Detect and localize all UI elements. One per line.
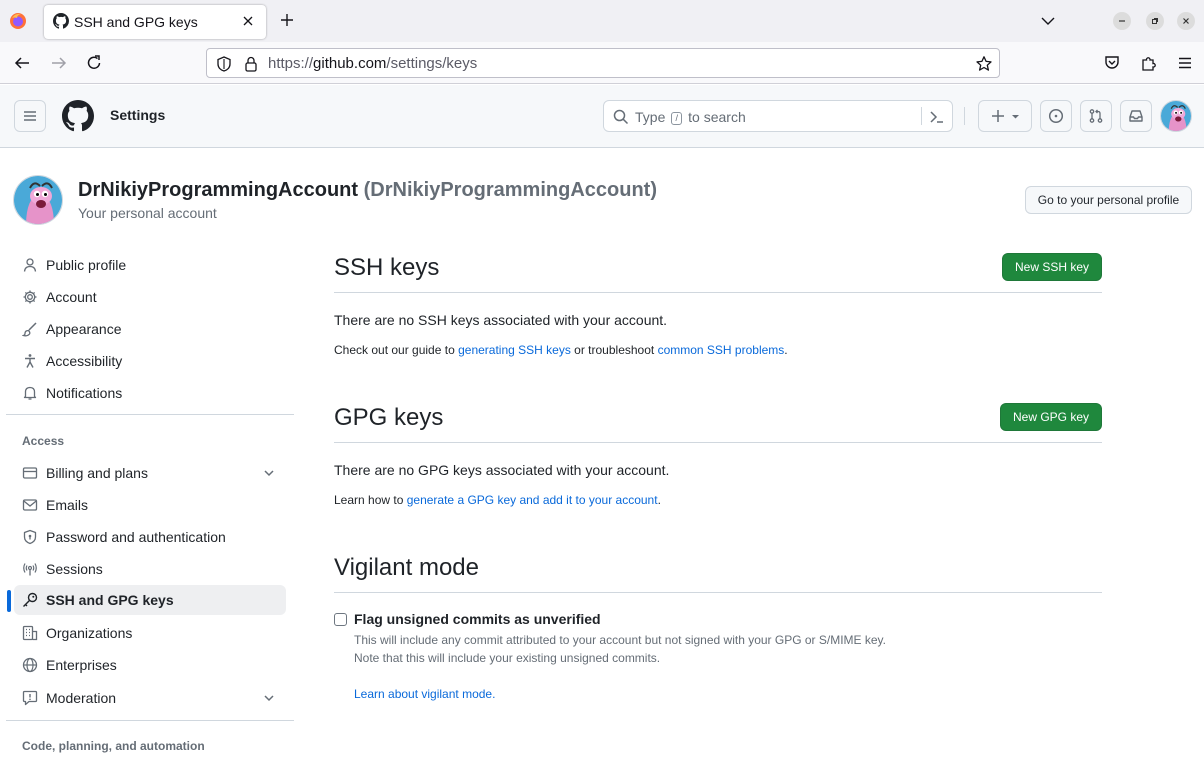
git-pull-request-icon: [1089, 109, 1103, 123]
github-favicon-icon: [53, 13, 69, 29]
browser-tab-active[interactable]: SSH and GPG keys: [44, 5, 266, 39]
sidebar-item-account[interactable]: Account: [14, 282, 286, 312]
learn-vigilant-mode-link[interactable]: Learn about vigilant mode.: [354, 687, 495, 701]
sidebar-item-sessions[interactable]: Sessions: [14, 554, 286, 584]
tab-close-icon[interactable]: [241, 14, 255, 28]
firefox-logo-icon[interactable]: [9, 12, 27, 30]
common-ssh-problems-link[interactable]: common SSH problems: [658, 343, 785, 357]
issues-button[interactable]: [1040, 100, 1072, 132]
window-close-icon[interactable]: [1177, 12, 1195, 30]
key-icon: [22, 592, 38, 608]
credit-card-icon: [22, 465, 38, 481]
url-text: https://github.com/settings/keys: [268, 55, 478, 72]
notifications-inbox-button[interactable]: [1120, 100, 1152, 132]
header-context-title[interactable]: Settings: [110, 107, 165, 123]
search-placeholder: Type / to search: [635, 109, 746, 125]
person-icon: [22, 257, 38, 273]
organization-icon: [22, 625, 38, 641]
app-menu-hamburger-icon[interactable]: [1176, 54, 1194, 72]
pocket-icon[interactable]: [1103, 54, 1121, 72]
chevron-down-icon[interactable]: [262, 466, 276, 480]
sidebar-item-enterprises[interactable]: Enterprises: [14, 650, 286, 680]
sidebar-item-accessibility[interactable]: Accessibility: [14, 346, 286, 376]
report-icon: [22, 690, 38, 706]
forward-arrow-icon[interactable]: [50, 54, 68, 72]
sidebar-item-organizations[interactable]: Organizations: [14, 618, 286, 648]
sidebar-item-ssh-gpg-keys[interactable]: SSH and GPG keys: [14, 585, 286, 615]
reload-icon[interactable]: [85, 54, 103, 72]
sidebar-heading-code-planning: Code, planning, and automation: [22, 739, 205, 753]
broadcast-icon: [22, 561, 38, 577]
ssh-guide-text: Check out our guide to generating SSH ke…: [334, 343, 788, 357]
browser-nav-bar: https://github.com/settings/keys: [0, 42, 1204, 84]
ssh-keys-heading: SSH keys: [334, 254, 440, 281]
generating-ssh-keys-link[interactable]: generating SSH keys: [458, 343, 571, 357]
paintbrush-icon: [22, 321, 38, 337]
plus-icon: [991, 110, 1004, 122]
create-new-button[interactable]: [978, 100, 1032, 132]
account-name: DrNikiyProgrammingAccount (DrNikiyProgra…: [78, 179, 657, 201]
flag-unsigned-commits-label[interactable]: Flag unsigned commits as unverified: [354, 611, 601, 627]
vigilant-mode-heading: Vigilant mode: [334, 554, 479, 581]
generate-gpg-key-link[interactable]: generate a GPG key and add it to your ac…: [407, 493, 658, 507]
sidebar-item-billing[interactable]: Billing and plans: [14, 458, 286, 488]
chevron-down-icon[interactable]: [262, 691, 276, 705]
global-nav-menu-button[interactable]: [14, 100, 46, 132]
sidebar-item-emails[interactable]: Emails: [14, 490, 286, 520]
flag-unsigned-commits-checkbox[interactable]: [334, 613, 347, 626]
command-palette-icon[interactable]: [929, 109, 945, 125]
gear-icon: [22, 289, 38, 305]
github-header: Settings Type / to search: [0, 85, 1204, 148]
avatar-image-icon: [14, 176, 62, 224]
ssh-empty-message: There are no SSH keys associated with yo…: [334, 312, 668, 328]
sidebar-item-moderation[interactable]: Moderation: [14, 683, 286, 713]
globe-icon: [22, 657, 38, 673]
accessibility-icon: [22, 353, 38, 369]
vigilant-note-line-2: Note that this will include your existin…: [354, 651, 661, 665]
back-arrow-icon[interactable]: [13, 54, 31, 72]
go-to-profile-button[interactable]: Go to your personal profile: [1025, 186, 1192, 214]
mail-icon: [22, 497, 38, 513]
github-mark-icon[interactable]: [62, 100, 94, 132]
list-all-tabs-chevron-icon[interactable]: [1040, 13, 1056, 29]
extensions-puzzle-icon[interactable]: [1140, 54, 1158, 72]
window-restore-icon[interactable]: [1146, 12, 1164, 30]
browser-tab-bar: SSH and GPG keys: [0, 0, 1204, 42]
window-minimize-icon[interactable]: [1113, 12, 1131, 30]
sidebar-item-appearance[interactable]: Appearance: [14, 314, 286, 344]
sidebar-item-notifications[interactable]: Notifications: [14, 378, 286, 408]
pull-requests-button[interactable]: [1080, 100, 1112, 132]
three-bars-icon: [24, 111, 36, 121]
new-gpg-key-button[interactable]: New GPG key: [1000, 403, 1102, 431]
sidebar-item-public-profile[interactable]: Public profile: [14, 250, 286, 280]
tracking-shield-icon[interactable]: [215, 55, 233, 73]
account-subtitle: Your personal account: [78, 205, 217, 221]
url-bar[interactable]: https://github.com/settings/keys: [206, 48, 1000, 78]
user-avatar-menu[interactable]: [1160, 100, 1192, 132]
gpg-empty-message: There are no GPG keys associated with yo…: [334, 462, 670, 478]
bookmark-star-icon[interactable]: [975, 55, 993, 73]
issue-opened-icon: [1048, 108, 1064, 124]
bell-icon: [22, 385, 38, 401]
sidebar-item-password-auth[interactable]: Password and authentication: [14, 522, 286, 552]
new-tab-plus-icon[interactable]: [279, 12, 295, 28]
browser-tab-title: SSH and GPG keys: [74, 14, 198, 30]
inbox-icon: [1129, 110, 1143, 122]
lock-icon[interactable]: [243, 55, 259, 73]
gpg-keys-heading: GPG keys: [334, 404, 444, 431]
vigilant-note-line-1: This will include any commit attributed …: [354, 633, 887, 647]
search-input[interactable]: Type / to search: [603, 100, 953, 132]
avatar-image-icon: [1161, 101, 1191, 131]
active-indicator: [7, 590, 11, 612]
shield-lock-icon: [22, 529, 38, 545]
new-ssh-key-button[interactable]: New SSH key: [1002, 253, 1102, 281]
gpg-learn-text: Learn how to generate a GPG key and add …: [334, 493, 661, 507]
account-avatar: [13, 175, 63, 225]
triangle-down-icon: [1011, 114, 1019, 118]
sidebar-heading-access: Access: [22, 434, 65, 448]
search-icon: [613, 109, 629, 125]
